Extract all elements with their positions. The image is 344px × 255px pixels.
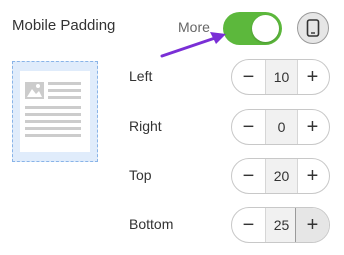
padding-bottom-stepper: − 25 + [231,207,330,243]
increment-button[interactable]: + [296,60,329,94]
increment-button[interactable]: + [296,159,329,193]
decrement-button[interactable]: − [232,208,265,242]
setting-title: Mobile Padding [12,17,116,34]
mobile-padding-toggle[interactable] [223,12,282,45]
padding-left-stepper: − 10 + [231,59,330,95]
increment-button[interactable]: + [295,208,329,242]
decrement-button[interactable]: − [232,159,265,193]
padding-right-value[interactable]: 0 [265,110,298,144]
annotation-arrow [160,32,226,58]
padding-preview [12,61,98,162]
device-switch-button[interactable] [297,12,329,44]
padding-top-value[interactable]: 20 [265,159,298,193]
padding-right-label: Right [129,118,162,134]
padding-left-label: Left [129,68,153,84]
image-placeholder-icon [25,82,81,137]
padding-top-stepper: − 20 + [231,158,330,194]
padding-bottom-label: Bottom [129,216,174,232]
padding-top-label: Top [129,167,152,183]
preview-content [20,71,90,152]
padding-left-value[interactable]: 10 [265,60,298,94]
padding-right-stepper: − 0 + [231,109,330,145]
padding-bottom-value[interactable]: 25 [265,208,298,242]
decrement-button[interactable]: − [232,110,265,144]
increment-button[interactable]: + [296,110,329,144]
decrement-button[interactable]: − [232,60,265,94]
phone-icon [306,19,320,37]
toggle-knob [252,15,279,42]
